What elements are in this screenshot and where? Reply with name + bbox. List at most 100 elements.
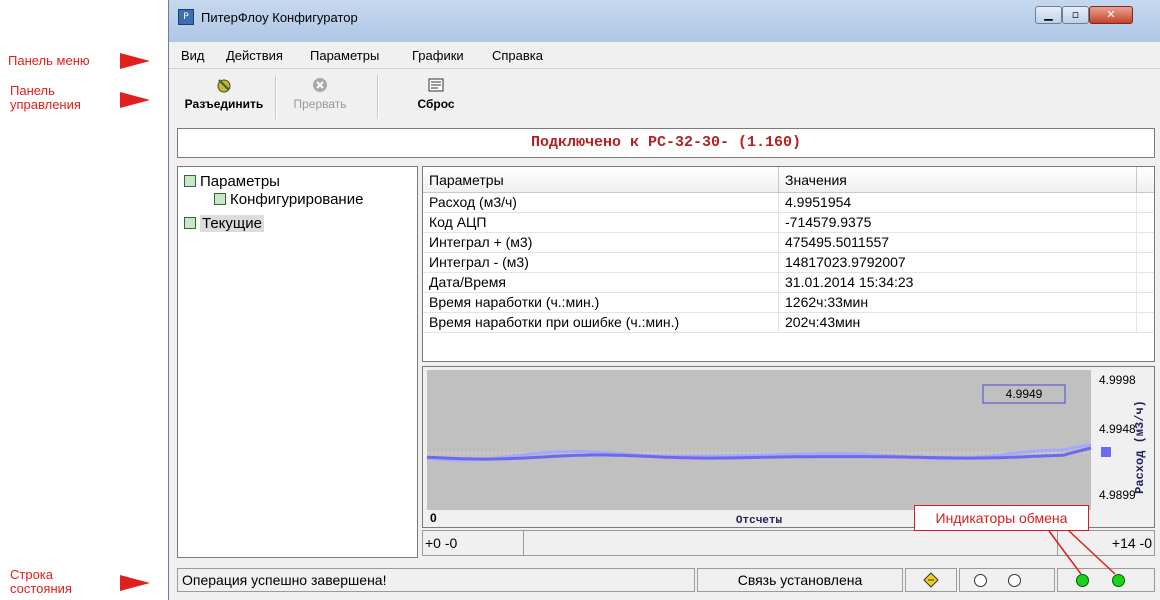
connection-banner: Подключено к PC-32-30- (1.160) <box>177 128 1155 158</box>
exchange-indicator-led <box>1076 574 1089 587</box>
status-activity-panel <box>905 568 957 592</box>
annotation-arrow-toolbar <box>120 92 150 108</box>
column-header-filler <box>1137 167 1154 193</box>
status-led-panel-idle <box>959 568 1055 592</box>
maximize-icon: ▫ <box>1071 8 1080 21</box>
table-cell-value: 4.9951954 <box>779 193 1137 213</box>
annotation-menu-panel: Панель меню <box>8 53 90 68</box>
chart-y-tick-mid: 4.9948 <box>1099 422 1136 436</box>
close-button[interactable]: ✕ <box>1089 6 1133 24</box>
parameter-table: Параметры Значения Расход (м3/ч) 4.995195… <box>422 166 1155 362</box>
folder-icon <box>184 175 196 187</box>
chart-y-tick-top: 4.9998 <box>1099 373 1136 387</box>
activity-diamond-icon <box>923 572 939 588</box>
table-row[interactable]: Интеграл - (м3) 14817023.9792007 <box>423 253 1154 273</box>
scroll-divider <box>523 531 524 555</box>
abort-label: Прервать <box>293 97 347 111</box>
chart-svg: 4.9949 0 Отсчеты 4.9998 4.9948 4.9899 Ра… <box>426 370 1147 527</box>
annotation-arrow-menu <box>120 53 150 69</box>
column-header-values[interactable]: Значения <box>779 167 1137 193</box>
table-cell-value: 202ч:43мин <box>779 313 1137 333</box>
table-row[interactable]: Время наработки (ч.:мин.) 1262ч:33мин <box>423 293 1154 313</box>
tree-item-label: Текущие <box>200 215 264 232</box>
annotation-control-panel: Панель управления <box>10 84 81 112</box>
menu-charts[interactable]: Графики <box>412 48 464 63</box>
indicator-led <box>1008 574 1021 587</box>
table-row[interactable]: Расход (м3/ч) 4.9951954 <box>423 193 1154 213</box>
menu-parameters[interactable]: Параметры <box>310 48 379 63</box>
annotation-status-line1: Строка <box>10 567 54 582</box>
flow-chart: 4.9949 0 Отсчеты 4.9998 4.9948 4.9899 Ра… <box>422 366 1155 528</box>
annotation-status-bar: Строка состояния <box>10 568 72 596</box>
table-icon <box>184 217 196 229</box>
exchange-indicator-led <box>1112 574 1125 587</box>
annotation-control-panel-line1: Панель <box>10 83 55 98</box>
table-cell-parameter: Код АЦП <box>423 213 779 233</box>
annotation-status-line2: состояния <box>10 581 72 596</box>
close-icon: ✕ <box>1106 8 1116 21</box>
table-icon <box>214 193 226 205</box>
table-row[interactable]: Время наработки при ошибке (ч.:мин.) 202ч… <box>423 313 1154 333</box>
table-row[interactable]: Код АЦП -714579.9375 <box>423 213 1154 233</box>
chart-current-value: 4.9949 <box>1006 387 1043 401</box>
scroll-right-readout: +14 -0 <box>1111 535 1152 551</box>
status-bar: Операция успешно завершена! Связь устано… <box>169 568 1160 594</box>
reset-button[interactable]: Сброс <box>411 77 461 111</box>
minimize-button[interactable]: ▁ <box>1035 6 1062 24</box>
disconnect-icon <box>217 79 231 93</box>
menu-actions[interactable]: Действия <box>226 48 283 63</box>
status-message: Операция успешно завершена! <box>177 568 695 592</box>
title-bar[interactable]: P ПитерФлоу Конфигуратор ▁ ▫ ✕ <box>169 0 1160 42</box>
table-cell-value: -714579.9375 <box>779 213 1137 233</box>
scroll-divider <box>1057 531 1058 555</box>
table-cell-parameter: Расход (м3/ч) <box>423 193 779 213</box>
column-header-parameters[interactable]: Параметры <box>423 167 779 193</box>
chart-x-label: Отсчеты <box>736 515 783 527</box>
table-cell-value: 14817023.9792007 <box>779 253 1137 273</box>
menu-view[interactable]: Вид <box>181 48 205 63</box>
window-title: ПитерФлоу Конфигуратор <box>201 10 358 25</box>
abort-button[interactable]: Прервать <box>287 77 353 111</box>
status-link: Связь установлена <box>697 568 903 592</box>
status-led-panel-exchange <box>1057 568 1155 592</box>
table-cell-parameter: Интеграл + (м3) <box>423 233 779 253</box>
menu-help[interactable]: Справка <box>492 48 543 63</box>
table-cell-value: 475495.5011557 <box>779 233 1137 253</box>
maximize-button[interactable]: ▫ <box>1062 6 1089 24</box>
indicator-led <box>974 574 987 587</box>
annotation-exchange-indicators: Индикаторы обмена <box>914 505 1089 531</box>
chart-scrollbar[interactable]: +0 -0 +14 -0 <box>422 530 1155 556</box>
chart-x-start: 0 <box>430 511 437 525</box>
app-icon[interactable]: P <box>178 9 194 25</box>
tree-item-configuration[interactable]: Конфигурирование <box>214 191 363 208</box>
chart-value-marker <box>1101 447 1111 457</box>
table-row[interactable]: Дата/Время 31.01.2014 15:34:23 <box>423 273 1154 293</box>
abort-icon <box>313 78 327 92</box>
scroll-left-readout: +0 -0 <box>425 535 458 551</box>
toolbar-separator <box>275 75 277 119</box>
annotation-arrow-status <box>120 575 150 591</box>
tree-item-label: Конфигурирование <box>230 191 364 208</box>
toolbar: Разъединить Прервать Сброс <box>169 68 1160 123</box>
table-cell-parameter: Интеграл - (м3) <box>423 253 779 273</box>
tree-view: Параметры Конфигурирование Текущие <box>177 166 418 558</box>
table-row[interactable]: Интеграл + (м3) 475495.5011557 <box>423 233 1154 253</box>
disconnect-button[interactable]: Разъединить <box>179 77 269 111</box>
annotation-control-panel-line2: управления <box>10 97 81 112</box>
menu-bar: Вид Действия Параметры Графики Справка <box>169 44 1160 66</box>
tree-item-label: Параметры <box>200 173 280 190</box>
reset-icon <box>428 78 444 92</box>
chart-y-label: Расход (м3/ч) <box>1133 400 1147 494</box>
tree-item-parameters[interactable]: Параметры <box>184 173 280 190</box>
disconnect-label: Разъединить <box>184 97 264 111</box>
table-cell-parameter: Время наработки при ошибке (ч.:мин.) <box>423 313 779 333</box>
table-cell-value: 31.01.2014 15:34:23 <box>779 273 1137 293</box>
toolbar-separator <box>377 75 379 119</box>
minimize-icon: ▁ <box>1044 8 1053 21</box>
table-cell-parameter: Время наработки (ч.:мин.) <box>423 293 779 313</box>
chart-y-tick-bottom: 4.9899 <box>1099 488 1136 502</box>
table-cell-value: 1262ч:33мин <box>779 293 1137 313</box>
tree-item-current[interactable]: Текущие <box>184 215 264 232</box>
reset-label: Сброс <box>417 97 455 111</box>
table-cell-parameter: Дата/Время <box>423 273 779 293</box>
